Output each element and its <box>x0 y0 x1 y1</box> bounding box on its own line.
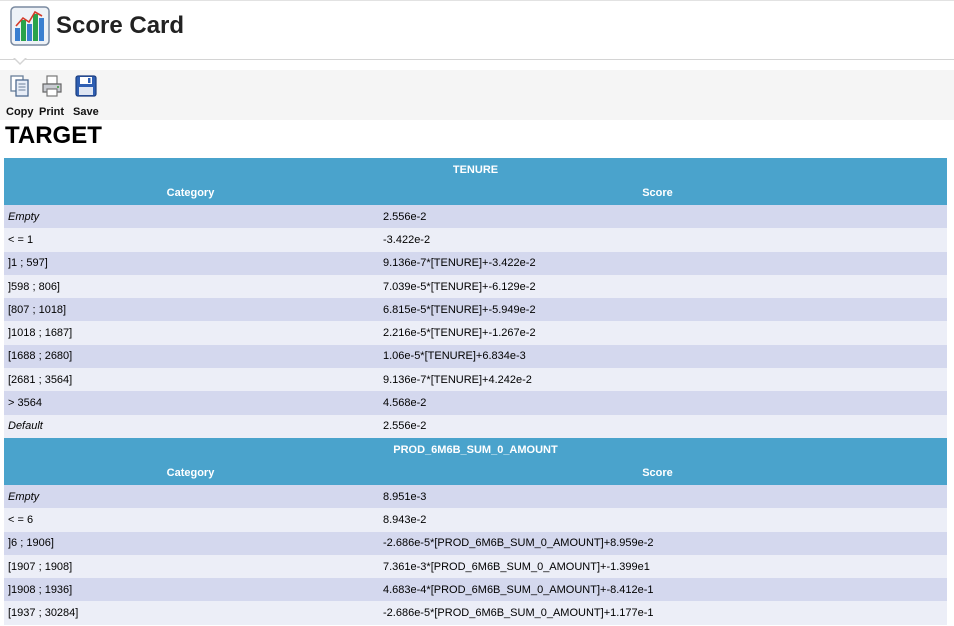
table-row: Default 2.556e-2 <box>4 414 947 438</box>
category-cell: ]1018 ; 1687] <box>8 327 73 340</box>
section-header: PROD_6M6B_SUM_0_AMOUNT Category Score <box>4 437 947 485</box>
bar-chart-icon <box>10 6 50 46</box>
category-cell: < = 1 <box>8 233 34 246</box>
table-row: [1937 ; 30284] -2.686e-5*[PROD_6M6B_SUM_0… <box>4 601 947 625</box>
section-header: TENURE Category Score <box>4 158 947 205</box>
score-cell: -3.422e-2 <box>383 233 431 246</box>
print-button[interactable]: Print <box>39 74 64 118</box>
copy-icon <box>10 75 29 97</box>
category-cell: < = 6 <box>8 513 34 526</box>
table-row: > 3564 4.568e-2 <box>4 391 947 415</box>
score-cell: 2.216e-5*[TENURE]+-1.267e-2 <box>383 327 536 340</box>
table-row: [2681 ; 3564] 9.136e-7*[TENURE]+4.242e-2 <box>4 368 947 392</box>
table-row: [1688 ; 2680] 1.06e-5*[TENURE]+6.834e-3 <box>4 344 947 369</box>
category-cell: Empty <box>8 210 40 223</box>
page-title: Score Card <box>56 12 185 39</box>
column-header-category: Category <box>166 466 215 479</box>
category-cell: Empty <box>8 490 40 503</box>
table-row: < = 1 -3.422e-2 <box>4 228 947 252</box>
table-row: Empty 2.556e-2 <box>4 205 947 229</box>
printer-icon <box>41 75 62 97</box>
category-cell: Default <box>8 420 43 433</box>
table-row: ]598 ; 806] 7.039e-5*[TENURE]+-6.129e-2 <box>4 274 947 299</box>
table-row: ]1 ; 597] 9.136e-7*[TENURE]+-3.422e-2 <box>4 251 947 275</box>
table-row: ]1018 ; 1687] 2.216e-5*[TENURE]+-1.267e-2 <box>4 321 947 345</box>
section-title: TENURE <box>452 164 499 176</box>
score-cell: 4.568e-2 <box>383 397 427 410</box>
column-header-score: Score <box>642 187 673 199</box>
category-cell: [1688 ; 2680] <box>8 350 73 363</box>
column-header-row: Category Score <box>4 462 947 485</box>
section-title: PROD_6M6B_SUM_0_AMOUNT <box>393 443 558 456</box>
category-cell: [807 ; 1018] <box>8 303 67 316</box>
category-cell: ]1 ; 597] <box>8 257 48 270</box>
score-cell: 8.943e-2 <box>383 513 427 526</box>
score-cell: 6.815e-5*[TENURE]+-5.949e-2 <box>383 303 536 316</box>
table-row: [1907 ; 1908] 7.361e-3*[PROD_6M6B_SUM_0_A… <box>4 554 947 579</box>
table-row: Empty 8.951e-3 <box>4 484 947 509</box>
score-cell: 1.06e-5*[TENURE]+6.834e-3 <box>383 350 526 363</box>
score-cell: 2.556e-2 <box>383 210 427 223</box>
category-cell: [1907 ; 1908] <box>8 560 73 573</box>
category-cell: [2681 ; 3564] <box>8 373 73 386</box>
score-cell: 7.361e-3*[PROD_6M6B_SUM_0_AMOUNT]+-1.399… <box>383 560 650 573</box>
copy-label: Copy <box>6 106 34 118</box>
category-cell: [1937 ; 30284] <box>8 607 79 620</box>
score-cell: 8.951e-3 <box>383 490 427 503</box>
floppy-disk-icon <box>75 75 97 97</box>
category-cell: ]1908 ; 1936] <box>8 583 73 596</box>
save-label: Save <box>73 106 99 118</box>
column-header-category: Category <box>166 187 215 199</box>
header-notch-inner <box>14 57 26 63</box>
category-cell: ]598 ; 806] <box>8 280 60 293</box>
print-label: Print <box>39 106 65 118</box>
table-row: ]6 ; 1906] -2.686e-5*[PROD_6M6B_SUM_0_AMO… <box>4 531 947 555</box>
column-header-score: Score <box>642 466 673 479</box>
score-cell: 2.556e-2 <box>383 420 427 433</box>
table-row: < = 6 8.943e-2 <box>4 508 947 532</box>
score-cell: 4.683e-4*[PROD_6M6B_SUM_0_AMOUNT]+-8.412… <box>383 583 654 596</box>
score-cell: -2.686e-5*[PROD_6M6B_SUM_0_AMOUNT]+1.177… <box>383 607 654 620</box>
score-cell: 9.136e-7*[TENURE]+-3.422e-2 <box>383 257 536 270</box>
category-cell: ]6 ; 1906] <box>8 537 54 550</box>
score-cell: -2.686e-5*[PROD_6M6B_SUM_0_AMOUNT]+8.959… <box>383 537 654 550</box>
column-header-row: Category Score <box>4 182 947 205</box>
save-button[interactable]: Save <box>73 74 99 118</box>
copy-button[interactable]: Copy <box>6 74 34 118</box>
target-title: TARGET <box>5 122 102 149</box>
table-row: ]1908 ; 1936] 4.683e-4*[PROD_6M6B_SUM_0_A… <box>4 578 947 602</box>
scorecard-table: TENURE Category Score Empty 2.556e-2 < = 1 -3.… <box>4 158 947 625</box>
toolbar: Copy Print Save <box>0 70 954 120</box>
score-cell: 9.136e-7*[TENURE]+4.242e-2 <box>383 373 532 386</box>
table-row: [807 ; 1018] 6.815e-5*[TENURE]+-5.949e-2 <box>4 298 947 322</box>
app-header: Score Card <box>0 0 954 60</box>
category-cell: > 3564 <box>8 397 42 410</box>
score-cell: 7.039e-5*[TENURE]+-6.129e-2 <box>383 280 536 293</box>
